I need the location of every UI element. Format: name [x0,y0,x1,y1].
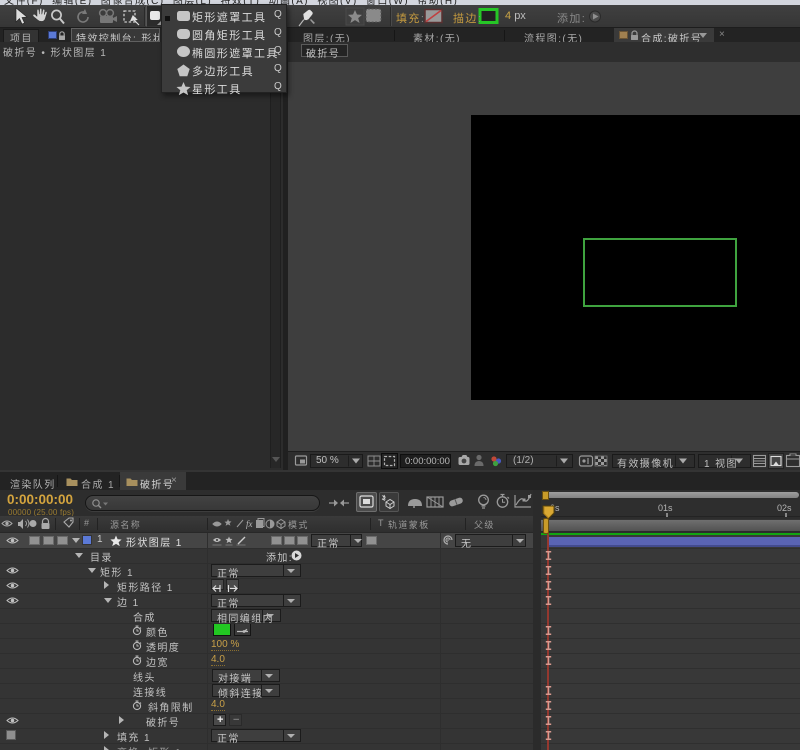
svg-text:fx: fx [246,519,253,529]
